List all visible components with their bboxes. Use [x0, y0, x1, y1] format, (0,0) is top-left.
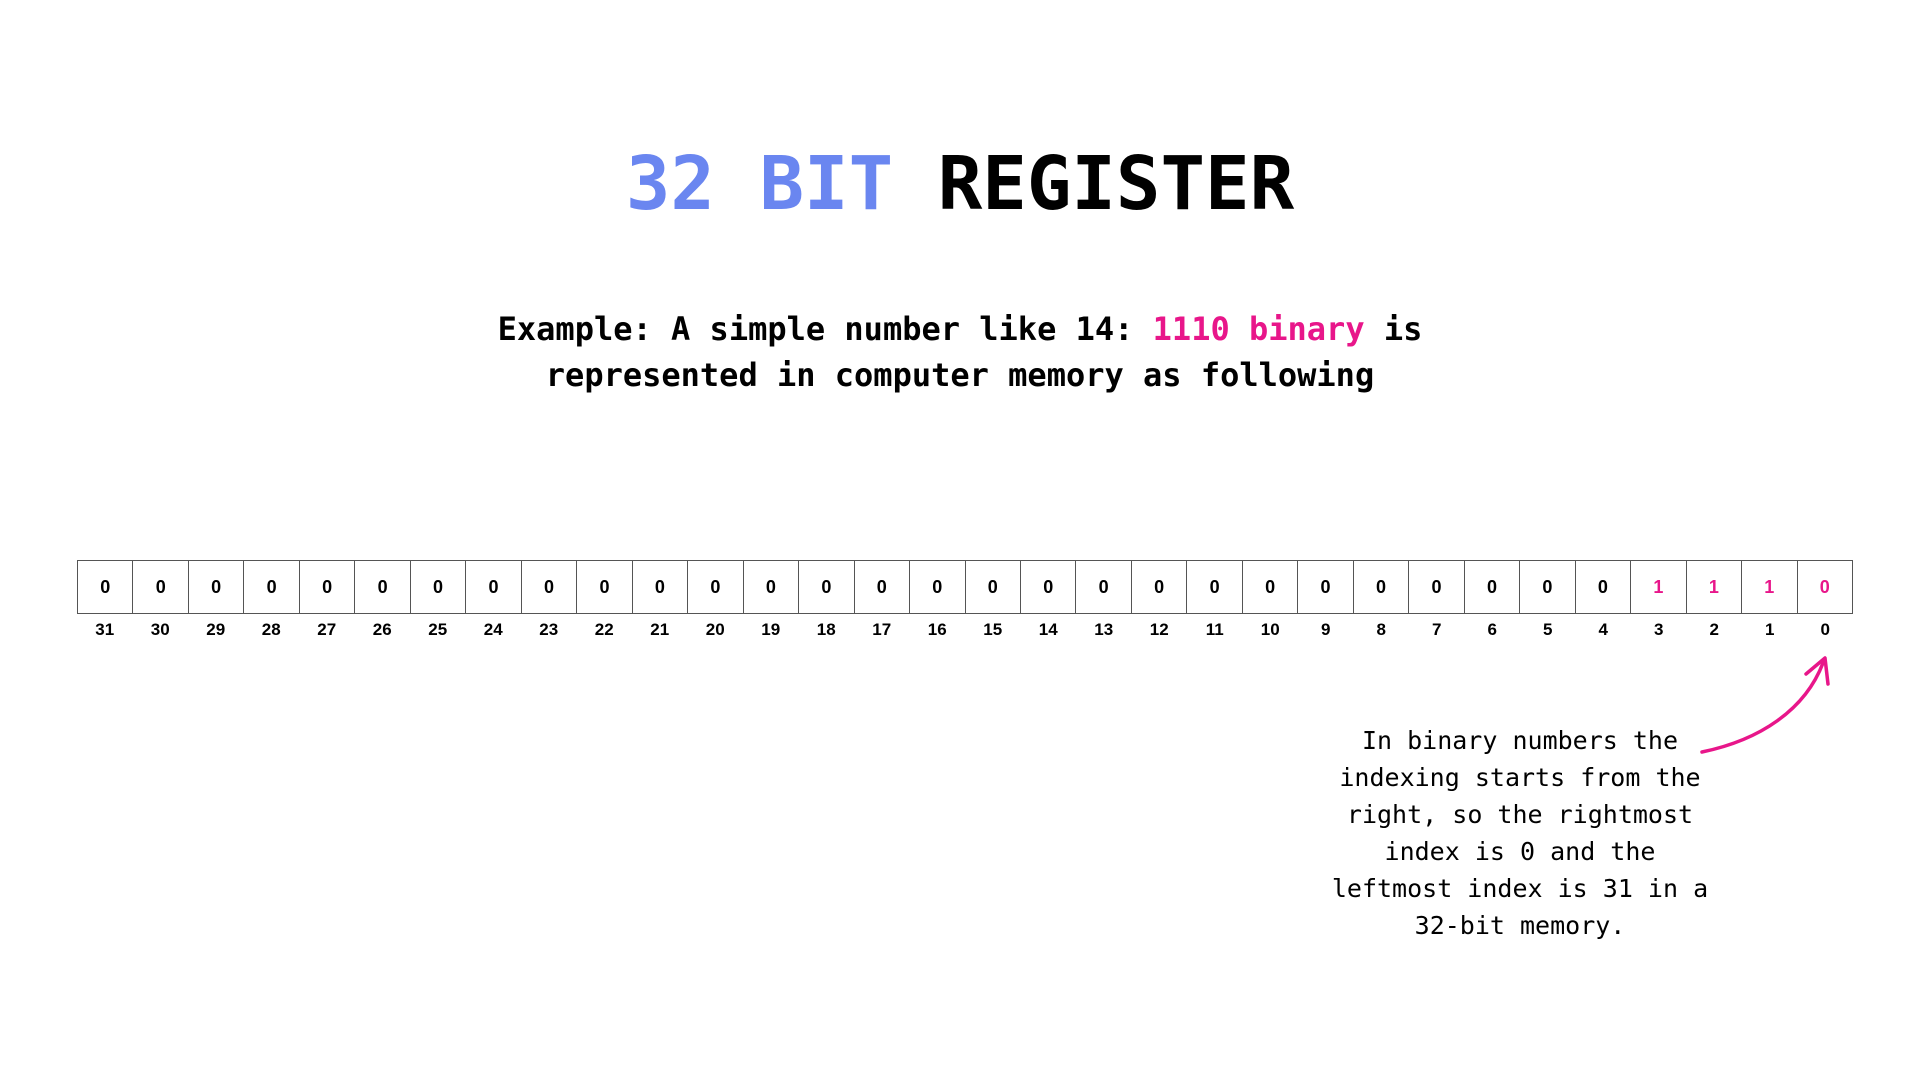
register-cells: 00000000000000000000000000001110	[77, 560, 1853, 614]
bit-index-label: 19	[761, 620, 781, 639]
bit-index-label: 17	[872, 620, 892, 639]
bit-index-label: 30	[150, 620, 170, 639]
bit-cell: 0	[855, 561, 911, 613]
annotation-line: leftmost index is 31 in a	[1331, 874, 1709, 903]
bit-index-label: 7	[1432, 620, 1442, 639]
bit-index-label: 31	[95, 620, 115, 639]
bit-cell: 0	[244, 561, 300, 613]
bit-index-label: 22	[594, 620, 614, 639]
bit-index-label: 13	[1094, 620, 1114, 639]
bit-index-label: 3	[1654, 620, 1664, 639]
bit-index-label: 9	[1321, 620, 1331, 639]
bit-cell: 0	[966, 561, 1021, 613]
bit-cell: 1	[1631, 561, 1687, 613]
bit-cell: 0	[78, 561, 134, 613]
bit-cell: 0	[300, 561, 356, 613]
bit-cell: 0	[1576, 561, 1632, 613]
bit-cell: 0	[633, 561, 689, 613]
subtitle-line-1: Example: A simple number like 14: 1110 b…	[0, 306, 1920, 352]
annotation-line: 32-bit memory.	[1414, 911, 1626, 940]
bit-cell: 0	[1409, 561, 1465, 613]
bit-cell: 0	[522, 561, 578, 613]
bit-cell: 0	[466, 561, 522, 613]
bit-cell: 0	[910, 561, 966, 613]
annotation-line: right, so the rightmost	[1346, 800, 1694, 829]
bit-cell: 0	[411, 561, 467, 613]
bit-index-label: 26	[372, 620, 392, 639]
bit-index-label: 15	[983, 620, 1003, 639]
bit-cell: 0	[799, 561, 855, 613]
bit-cell: 0	[1187, 561, 1243, 613]
bit-index-label: 28	[261, 620, 281, 639]
annotation-line: indexing starts from the	[1339, 763, 1701, 792]
title-part-highlight: 32 BIT	[625, 141, 894, 227]
bit-index-label: 18	[816, 620, 836, 639]
bit-cell: 0	[355, 561, 411, 613]
bit-cell: 0	[688, 561, 744, 613]
bit-index-label: 8	[1376, 620, 1386, 639]
bit-cell: 0	[1520, 561, 1576, 613]
subtitle-highlight: 1110 binary	[1152, 310, 1365, 348]
subtitle-line-2: represented in computer memory as follow…	[545, 356, 1375, 394]
bit-cell: 0	[1819, 576, 1830, 597]
bit-cell: 0	[1354, 561, 1410, 613]
bit-index-label: 23	[539, 620, 559, 639]
bit-cell: 0	[133, 561, 189, 613]
bit-cell: 0	[189, 561, 245, 613]
bit-cell: 0	[1076, 561, 1132, 613]
bit-index-label: 25	[428, 620, 448, 639]
bit-cell: 0	[1298, 561, 1354, 613]
bit-index-label: 11	[1205, 620, 1224, 639]
bit-index-label: 12	[1149, 620, 1169, 639]
subtitle-suffix: is	[1364, 310, 1423, 348]
title-part-main: REGISTER	[937, 141, 1295, 227]
bit-index-label: 14	[1038, 620, 1058, 639]
annotation-line: In binary numbers the	[1361, 726, 1679, 755]
bit-index-label: 4	[1598, 620, 1608, 639]
annotation-note: In binary numbers the indexing starts fro…	[1300, 722, 1740, 944]
bit-cell: 0	[1465, 561, 1521, 613]
bit-index-label: 21	[650, 620, 670, 639]
bit-index-label: 6	[1487, 620, 1497, 639]
bit-index-label: 10	[1260, 620, 1280, 639]
bit-cell: 1	[1687, 561, 1743, 613]
bit-cell: 0	[744, 561, 800, 613]
bit-index-label: 5	[1543, 620, 1553, 639]
bit-index-label: 24	[483, 620, 503, 639]
subtitle-prefix: Example: A simple number like 14:	[497, 310, 1153, 348]
bit-cell: 0	[577, 561, 633, 613]
bit-index-label: 16	[927, 620, 947, 639]
page-title: 32 BIT REGISTER	[0, 140, 1920, 228]
bit-cell: 0	[1021, 561, 1077, 613]
annotation-line: index is 0 and the	[1384, 837, 1656, 866]
register-indices: 31 30 29 28 27 26 25 24 23 22 21 20 19 18 17 16 15 14 13 12…	[77, 617, 1853, 643]
subtitle: Example: A simple number like 14: 1110 b…	[0, 306, 1920, 398]
bit-index-label: 27	[317, 620, 337, 639]
bit-cell: 0	[1243, 561, 1299, 613]
bit-cell: 1	[1742, 561, 1798, 613]
bit-index-label: 20	[705, 620, 725, 639]
bit-cell: 0	[1132, 561, 1188, 613]
bit-index-label: 29	[206, 620, 226, 639]
